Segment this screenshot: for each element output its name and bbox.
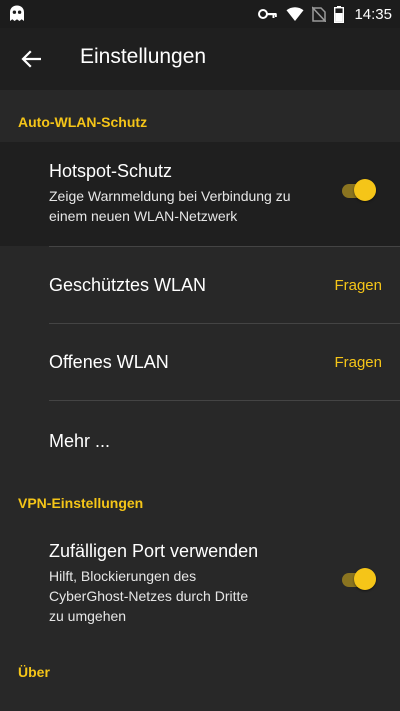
hotspot-protection-title: Hotspot-Schutz (49, 161, 173, 181)
random-port-row[interactable]: Zufälligen Port verwenden Hilft, Blockie… (0, 522, 400, 638)
open-wlan-value: Fragen (334, 354, 382, 371)
back-button[interactable] (14, 45, 48, 73)
settings-list: Auto-WLAN-Schutz Hotspot-Schutz Zeige Wa… (0, 90, 400, 711)
random-port-subtitle-2: CyberGhost-Netzes durch Dritte (49, 588, 249, 604)
toggle-thumb (354, 179, 376, 201)
key-icon (258, 9, 278, 19)
section-header-vpn: VPN-Einstellungen (18, 495, 144, 511)
app-bar: Einstellungen (0, 28, 400, 90)
hotspot-protection-subtitle-2: einem neuen WLAN-Netzwerk (49, 208, 238, 224)
ghost-icon (10, 5, 24, 21)
section-header-about: Über (18, 664, 50, 680)
open-wlan-title: Offenes WLAN (49, 352, 169, 372)
protected-wlan-title: Geschütztes WLAN (49, 275, 207, 295)
random-port-subtitle-3: zu umgehen (49, 608, 127, 624)
hotspot-protection-row[interactable]: Hotspot-Schutz Zeige Warnmeldung bei Ver… (0, 142, 400, 246)
random-port-title: Zufälligen Port verwenden (49, 541, 259, 561)
protected-wlan-value: Fragen (334, 277, 382, 294)
toggle-thumb (354, 568, 376, 590)
random-port-toggle[interactable] (342, 567, 378, 591)
random-port-subtitle-1: Hilft, Blockierungen des (49, 568, 197, 584)
open-wlan-row[interactable]: Offenes WLAN Fragen (0, 324, 400, 400)
page-title: Einstellungen (80, 45, 207, 68)
arrow-left-icon (21, 50, 41, 68)
battery-icon (334, 5, 345, 23)
wifi-icon (286, 7, 304, 21)
status-time: 14:35 (354, 5, 392, 23)
no-sim-icon (312, 6, 327, 22)
more-title: Mehr ... (49, 431, 111, 451)
hotspot-protection-toggle[interactable] (342, 178, 378, 202)
status-bar: 14:35 (0, 0, 400, 28)
more-row[interactable]: Mehr ... (0, 401, 400, 477)
protected-wlan-row[interactable]: Geschütztes WLAN Fragen (0, 247, 400, 323)
section-header-auto-wlan: Auto-WLAN-Schutz (18, 114, 148, 130)
hotspot-protection-subtitle-1: Zeige Warnmeldung bei Verbindung zu (49, 188, 291, 204)
